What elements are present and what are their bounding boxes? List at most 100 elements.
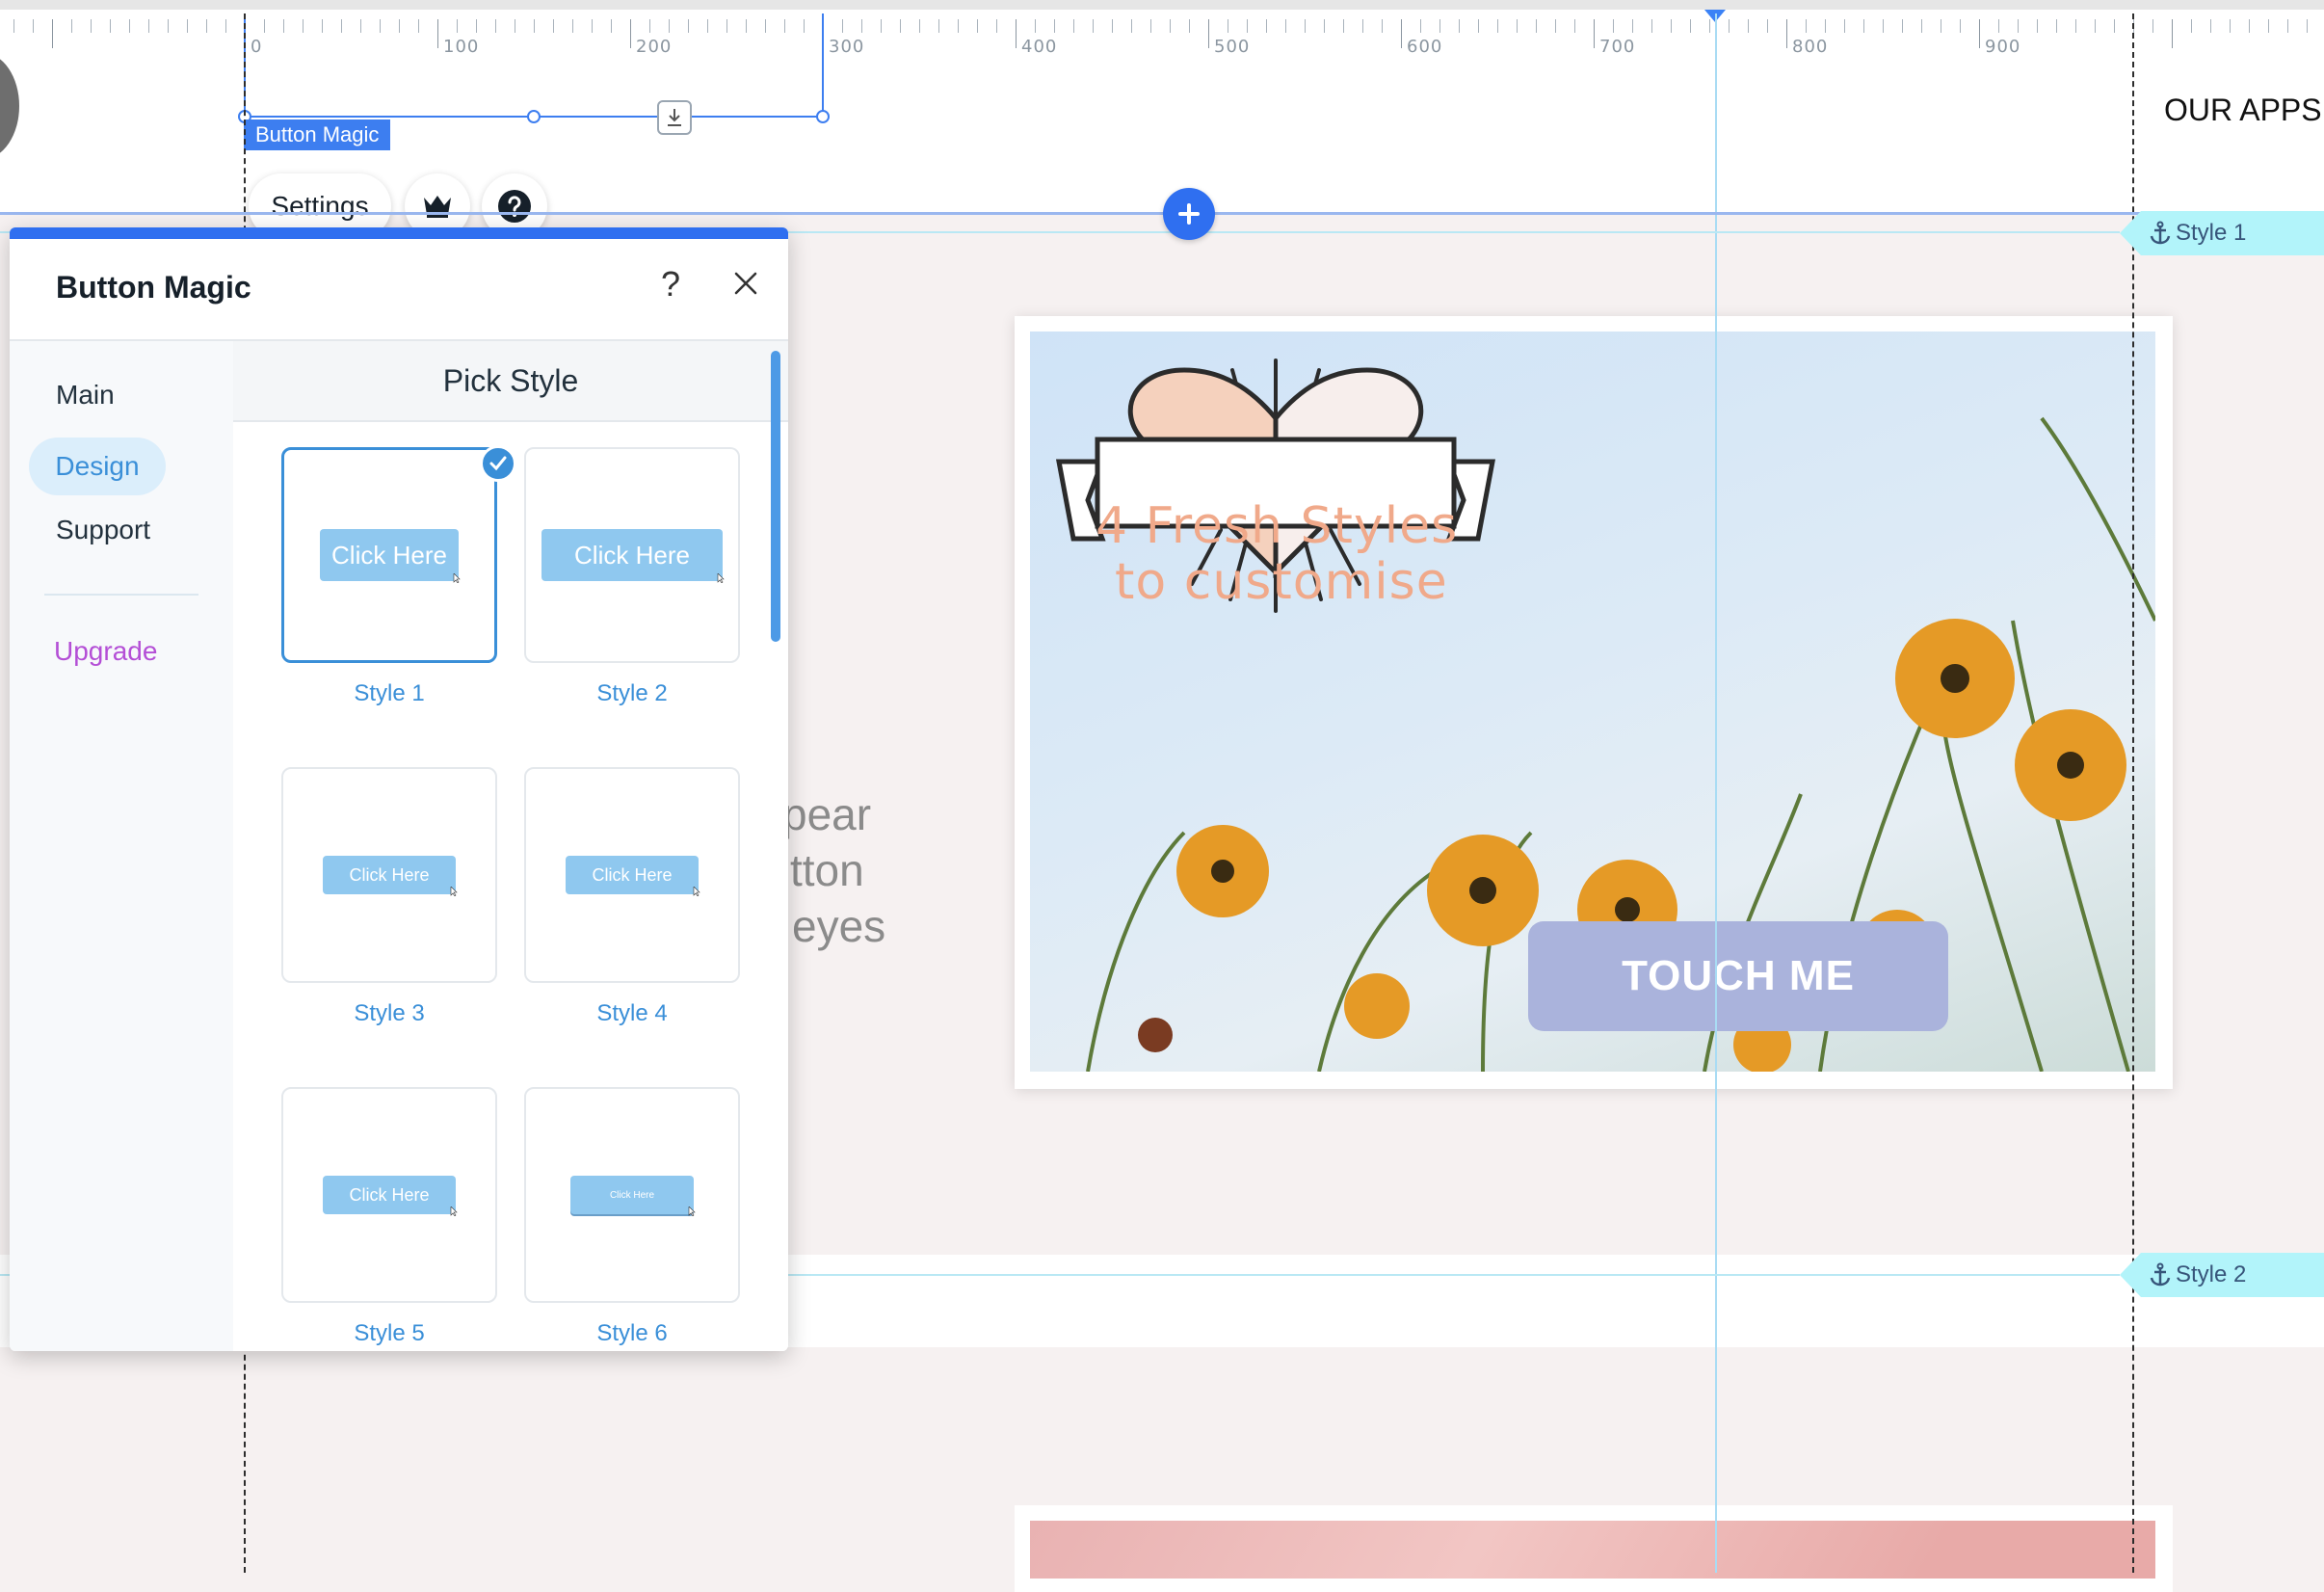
style-1-sample-label: Click Here (331, 540, 447, 570)
vertical-guide[interactable] (1715, 13, 1717, 1573)
ruler-minor-tick (1844, 19, 1845, 33)
style-label-2[interactable]: Style 2 (524, 680, 740, 707)
ruler-major-tick (52, 19, 53, 48)
ruler-minor-tick (1073, 19, 1074, 33)
ruler-minor-tick (1324, 19, 1325, 33)
ruler-minor-tick (842, 19, 843, 33)
style-6-sample-button: Click Here (570, 1176, 696, 1216)
style-tile-2[interactable]: Click Here (524, 447, 740, 663)
ruler-minor-tick (1574, 19, 1575, 33)
ruler-minor-tick (861, 19, 862, 33)
nav-item-main[interactable]: Main (56, 380, 115, 411)
ruler-minor-tick (2075, 19, 2076, 33)
style-2-sample-label: Click Here (574, 540, 690, 570)
nav-item-upgrade[interactable]: Upgrade (54, 636, 157, 667)
close-icon[interactable] (726, 264, 765, 303)
style-label-3[interactable]: Style 3 (281, 1000, 497, 1027)
ruler-minor-tick (977, 19, 978, 33)
ruler-minor-tick (881, 19, 882, 33)
ruler-minor-tick (938, 19, 939, 33)
style-tile-5[interactable]: Click Here (281, 1087, 497, 1303)
ruler-major-tick (1016, 19, 1017, 48)
download-icon[interactable] (657, 100, 692, 135)
ruler-label: 500 (1214, 37, 1251, 57)
ruler-minor-tick (2307, 19, 2308, 33)
selection-box[interactable] (238, 13, 830, 123)
style-4-sample-button: Click Here (566, 856, 700, 896)
ruler-label: 600 (1407, 37, 1443, 57)
ruler-minor-tick (1054, 19, 1055, 33)
cursor-icon (453, 573, 461, 583)
ruler-minor-tick (1517, 19, 1518, 33)
ruler-minor-tick (1439, 19, 1440, 33)
style-tile-6[interactable]: Click Here (524, 1087, 740, 1303)
anchor-style2-label: Style 2 (2176, 1261, 2247, 1287)
ruler-minor-tick (900, 19, 901, 33)
ruler-minor-tick (2114, 19, 2115, 33)
style-tile-1[interactable]: Click Here (281, 447, 497, 663)
ruler-minor-tick (2152, 19, 2153, 33)
ruler-minor-tick (148, 19, 149, 33)
ruler-minor-tick (1806, 19, 1807, 33)
resize-handle-middle[interactable] (527, 110, 541, 123)
style-label-4[interactable]: Style 4 (524, 1000, 740, 1027)
style-5-sample-button: Click Here (323, 1176, 458, 1216)
panel-scrollbar[interactable] (771, 351, 780, 642)
ruler-minor-tick (2191, 19, 2192, 33)
nav-divider (44, 594, 198, 596)
ruler-minor-tick (2056, 19, 2057, 33)
style-tile-4[interactable]: Click Here (524, 767, 740, 983)
anchor-style1[interactable]: Style 1 (2120, 211, 2324, 255)
style-label-5[interactable]: Style 5 (281, 1320, 497, 1347)
cursor-icon (688, 1207, 696, 1216)
ruler-minor-tick (1767, 19, 1768, 33)
ruler-minor-tick (206, 19, 207, 33)
ruler-label: 700 (1599, 37, 1636, 57)
anchor-style2[interactable]: Style 2 (2120, 1253, 2324, 1297)
ruler-minor-tick (1536, 19, 1537, 33)
ruler-major-tick (1401, 19, 1402, 48)
ruler-minor-tick (2037, 19, 2038, 33)
nav-item-support[interactable]: Support (56, 515, 150, 545)
ruler-minor-tick (71, 19, 72, 33)
anchor-style1-label: Style 1 (2176, 220, 2247, 246)
ruler-minor-tick (1729, 19, 1730, 33)
style-tile-3[interactable]: Click Here (281, 767, 497, 983)
nav-item-design[interactable]: Design (29, 438, 166, 495)
ruler-minor-tick (2018, 19, 2019, 33)
panel-help-button[interactable]: ? (661, 264, 680, 305)
resize-handle-right[interactable] (816, 110, 830, 123)
ruler-major-tick (1979, 19, 1980, 48)
ruler-minor-tick (958, 19, 959, 33)
background-text-line3: eyes (792, 901, 886, 951)
touch-me-button[interactable]: TOUCH ME (1528, 921, 1948, 1031)
selected-check-icon (480, 445, 516, 482)
ruler-minor-tick (1478, 19, 1479, 33)
panel-content: Pick Style Click Here Style 1 Click Here… (233, 341, 788, 1351)
background-text-line1: pear (782, 789, 872, 839)
nav-link-our-apps[interactable]: OUR APPS (2164, 93, 2322, 128)
add-section-button[interactable] (1163, 188, 1215, 240)
style-label-1[interactable]: Style 1 (281, 680, 497, 707)
ruler-minor-tick (1748, 19, 1749, 33)
style-label-6[interactable]: Style 6 (524, 1320, 740, 1347)
hero-headline-line2: to customise (1115, 553, 1448, 611)
ruler-minor-tick (1150, 19, 1151, 33)
ruler-label: 800 (1792, 37, 1829, 57)
ruler-major-tick (2172, 19, 2173, 48)
ruler-minor-tick (1632, 19, 1633, 33)
style-3-sample-button: Click Here (323, 856, 458, 896)
panel-side-nav: Main Design Support Upgrade (10, 341, 233, 1351)
background-text-line2: tton (790, 845, 864, 895)
plus-icon (1178, 203, 1200, 225)
ruler-minor-tick (13, 19, 14, 33)
panel-header[interactable]: Button Magic ? (10, 239, 788, 341)
button-magic-panel[interactable]: Button Magic ? Main Design Support Upgra… (10, 227, 788, 1351)
style-2-sample-button: Click Here (541, 529, 725, 583)
ruler-minor-tick (1266, 19, 1267, 33)
hero-headline-line1: 4 Fresh Styles (1096, 497, 1459, 555)
ruler-minor-tick (1459, 19, 1460, 33)
ruler-minor-tick (2287, 19, 2288, 33)
ruler-minor-tick (1671, 19, 1672, 33)
style-1-sample-button: Click Here (320, 529, 461, 583)
